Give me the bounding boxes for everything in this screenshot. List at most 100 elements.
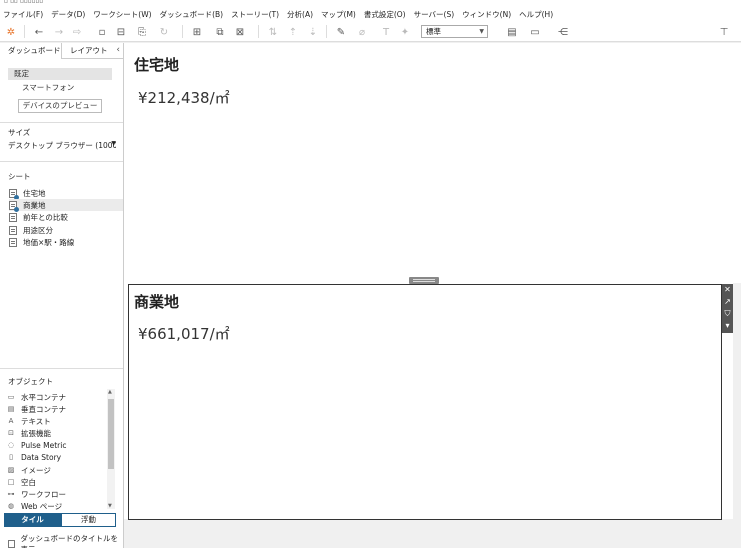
swap-axes-icon[interactable]: ⇅ (266, 25, 280, 39)
remove-zone-icon[interactable]: ✕ (722, 284, 733, 295)
sort-descending-icon[interactable]: ⇣ (306, 25, 320, 39)
menu-dashboard[interactable]: ダッシュボード(B) (160, 9, 224, 20)
pause-updates-icon[interactable]: ⎘ (135, 25, 149, 39)
object-data-story[interactable]: ▯ Data Story (6, 451, 61, 463)
object-horizontal-container[interactable]: ▭ 水平コンテナ (6, 391, 66, 403)
toolbar-separator (24, 25, 25, 38)
sidebar-tabs: ダッシュボード レイアウト ‹ (0, 43, 124, 59)
scroll-down-icon[interactable]: ▼ (108, 503, 112, 509)
collapse-sidebar-icon[interactable]: ‹ (116, 45, 120, 55)
text-icon: A (8, 417, 14, 425)
object-image[interactable]: ▨ イメージ (6, 464, 51, 476)
scroll-thumb[interactable] (108, 399, 114, 469)
highlight-icon[interactable]: ✎ (334, 25, 348, 39)
commercial-zone[interactable]: 商業地 ¥661,017/㎡ (128, 284, 722, 520)
object-label: Pulse Metric (21, 440, 67, 450)
floating-mode-button[interactable]: 浮動 (61, 513, 116, 527)
show-dashboard-title-toggle[interactable]: ダッシュボードのタイトルを表示 (8, 533, 123, 548)
save-icon[interactable]: ▫ (95, 25, 109, 39)
chevron-down-icon: ▼ (111, 140, 116, 147)
replay-icon[interactable]: ⇨ (70, 25, 84, 39)
worksheet-icon (9, 188, 19, 200)
object-label: イメージ (21, 465, 51, 475)
object-label: 拡張機能 (21, 428, 51, 438)
toolbar-separator (258, 25, 259, 38)
toolbar-separator (182, 25, 183, 38)
object-blank[interactable]: □ 空白 (6, 476, 36, 488)
tab-layout[interactable]: レイアウト (62, 43, 112, 59)
menu-format[interactable]: 書式設定(O) (364, 9, 406, 20)
window-title-fragment: ▯ ▯▯ ▯▯▯▯▯▯ (4, 0, 44, 4)
objects-section-title: オブジェクト (8, 377, 53, 386)
horizontal-container-icon: ▭ (7, 393, 15, 401)
object-pulse-metric[interactable]: ◌ Pulse Metric (6, 439, 67, 451)
object-label: Data Story (21, 452, 62, 462)
tab-dashboard[interactable]: ダッシュボード (0, 43, 62, 59)
filter-icon[interactable]: ⛉ (722, 308, 733, 319)
sheet-item-station[interactable]: 地価×駅・路線 (9, 236, 123, 248)
size-section-title: サイズ (8, 128, 31, 137)
menu-story[interactable]: ストーリー(T) (231, 9, 279, 20)
sort-ascending-icon[interactable]: ⇡ (286, 25, 300, 39)
zone-move-handle[interactable] (409, 277, 439, 284)
workflow-icon: ⊶ (7, 490, 15, 498)
sheet-item-commercial[interactable]: 商業地 (9, 199, 123, 212)
show-me-icon[interactable]: ⊤ (717, 25, 731, 39)
globe-icon: ◍ (7, 502, 15, 510)
tableau-logo-icon[interactable]: ✲ (4, 25, 18, 39)
device-preview-button[interactable]: デバイスのプレビュー (18, 99, 102, 113)
show-cards-icon[interactable]: ▤ (505, 25, 519, 39)
group-members-icon[interactable]: ⌀ (355, 25, 369, 39)
object-label: テキスト (21, 416, 51, 426)
new-datasource-icon[interactable]: ⊟ (114, 25, 128, 39)
object-text[interactable]: A テキスト (6, 415, 51, 427)
menu-worksheet[interactable]: ワークシート(W) (93, 9, 151, 20)
menu-file[interactable]: ファイル(F) (3, 9, 43, 20)
residential-value: ¥212,438/㎡ (138, 89, 230, 107)
menu-data[interactable]: データ(D) (51, 9, 85, 20)
fix-axes-icon[interactable]: ✦ (398, 25, 412, 39)
menu-analysis[interactable]: 分析(A) (287, 9, 313, 20)
toolbar-separator (326, 25, 327, 38)
undo-icon[interactable]: ← (32, 25, 46, 39)
canvas-bottom-area (124, 519, 741, 548)
more-options-icon[interactable]: ▾ (722, 320, 733, 331)
vertical-container-icon: ▤ (7, 405, 15, 413)
sheet-item-usage[interactable]: 用途区分 (9, 224, 123, 236)
window-title-bar: ▯ ▯▯ ▯▯▯▯▯▯ (0, 0, 741, 7)
presentation-mode-icon[interactable]: ▭ (528, 25, 542, 39)
show-labels-icon[interactable]: T (379, 25, 393, 39)
go-to-sheet-icon[interactable]: ↗ (722, 296, 733, 307)
menu-server[interactable]: サーバー(S) (414, 9, 455, 20)
object-extension[interactable]: ⊡ 拡張機能 (6, 427, 51, 439)
redo-icon[interactable]: → (52, 25, 66, 39)
scroll-up-icon[interactable]: ▲ (108, 389, 112, 395)
size-select[interactable]: デスクトップ ブラウザー (1000 ⋯ ▼ (8, 140, 116, 151)
menu-window[interactable]: ウィンドウ(N) (462, 9, 511, 20)
new-worksheet-icon[interactable]: ⊞ (190, 25, 204, 39)
menu-help[interactable]: ヘルプ(H) (519, 9, 553, 20)
view-size-value: 標準 (426, 27, 441, 36)
device-phone[interactable]: スマートフォン (22, 82, 74, 93)
sheet-item-residential[interactable]: 住宅地 (9, 187, 123, 200)
divider (0, 161, 123, 162)
checkbox[interactable] (8, 540, 16, 548)
clear-sheet-icon[interactable]: ⊠ (233, 25, 247, 39)
objects-scrollbar[interactable]: ▲ ▼ (107, 389, 115, 509)
menu-map[interactable]: マップ(M) (321, 9, 356, 20)
object-vertical-container[interactable]: ▤ 垂直コンテナ (6, 403, 66, 415)
extension-icon: ⊡ (8, 429, 14, 437)
share-icon[interactable]: ⋲ (556, 25, 570, 39)
tiled-mode-button[interactable]: タイル (4, 513, 61, 527)
refresh-icon[interactable]: ↻ (157, 25, 171, 39)
view-size-select[interactable]: 標準 ▼ (421, 25, 488, 38)
blank-icon: □ (7, 478, 15, 486)
object-workflow[interactable]: ⊶ ワークフロー (6, 488, 67, 500)
sheet-item-yoy[interactable]: 前年との比較 (9, 211, 123, 223)
device-default[interactable]: 既定 (8, 68, 112, 80)
object-web-page[interactable]: ◍ Web ページ (6, 500, 62, 512)
duplicate-sheet-icon[interactable]: ⧉ (213, 25, 227, 39)
pulse-metric-icon: ◌ (7, 441, 15, 449)
canvas-right-strip (733, 283, 741, 519)
worksheet-icon (9, 237, 17, 247)
